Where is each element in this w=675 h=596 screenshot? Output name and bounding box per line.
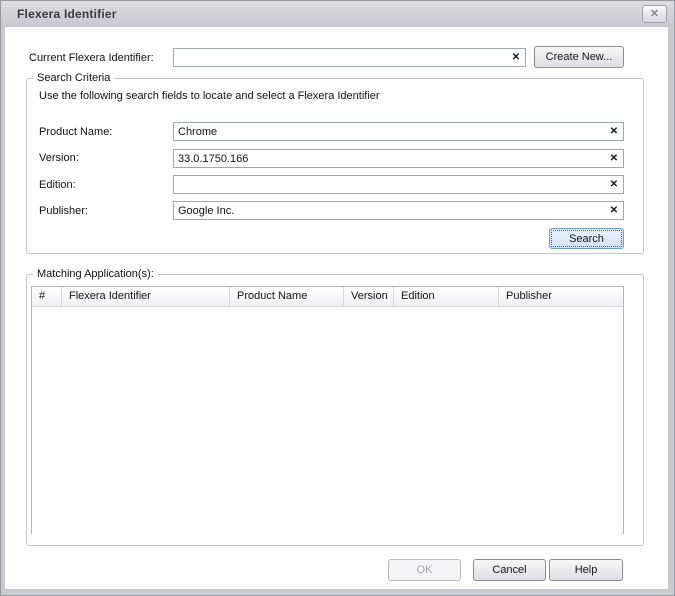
dialog-title: Flexera Identifier (17, 7, 117, 21)
close-icon: ✕ (650, 8, 659, 20)
publisher-field: ✕ (173, 201, 624, 220)
ok-button[interactable]: OK (388, 559, 461, 581)
cancel-button[interactable]: Cancel (473, 559, 546, 581)
flexera-identifier-dialog: Flexera Identifier ✕ Current Flexera Ide… (0, 0, 675, 596)
product-name-input[interactable] (174, 123, 605, 140)
column-header-flexera-identifier[interactable]: Flexera Identifier (62, 287, 230, 306)
search-button[interactable]: Search (549, 228, 624, 249)
close-button[interactable]: ✕ (642, 5, 667, 23)
clear-icon[interactable]: ✕ (605, 150, 623, 167)
results-table-header: # Flexera Identifier Product Name Versio… (32, 287, 623, 307)
clear-icon[interactable]: ✕ (605, 123, 623, 140)
create-new-button[interactable]: Create New... (534, 46, 624, 68)
edition-field: ✕ (173, 175, 624, 194)
column-header-edition[interactable]: Edition (394, 287, 499, 306)
clear-icon[interactable]: ✕ (605, 202, 623, 219)
current-identifier-input[interactable] (174, 49, 507, 66)
search-criteria-legend: Search Criteria (33, 72, 114, 84)
version-input[interactable] (174, 150, 605, 167)
search-hint-text: Use the following search fields to locat… (39, 90, 380, 102)
publisher-label: Publisher: (39, 205, 88, 217)
clear-icon[interactable]: ✕ (605, 176, 623, 193)
product-name-field: ✕ (173, 122, 624, 141)
titlebar: Flexera Identifier ✕ (1, 1, 674, 27)
version-label: Version: (39, 152, 79, 164)
matching-applications-legend: Matching Application(s): (33, 268, 158, 280)
publisher-input[interactable] (174, 202, 605, 219)
version-field: ✕ (173, 149, 624, 168)
column-header-number[interactable]: # (32, 287, 62, 306)
current-identifier-field: ✕ (173, 48, 526, 67)
clear-icon[interactable]: ✕ (507, 49, 525, 66)
current-identifier-label: Current Flexera Identifier: (29, 52, 154, 64)
column-header-product-name[interactable]: Product Name (230, 287, 344, 306)
edition-label: Edition: (39, 179, 76, 191)
column-header-publisher[interactable]: Publisher (499, 287, 623, 306)
help-button[interactable]: Help (549, 559, 623, 581)
results-table-body (32, 307, 623, 534)
results-table: # Flexera Identifier Product Name Versio… (31, 286, 624, 534)
column-header-version[interactable]: Version (344, 287, 394, 306)
edition-input[interactable] (174, 176, 605, 193)
product-name-label: Product Name: (39, 126, 112, 138)
